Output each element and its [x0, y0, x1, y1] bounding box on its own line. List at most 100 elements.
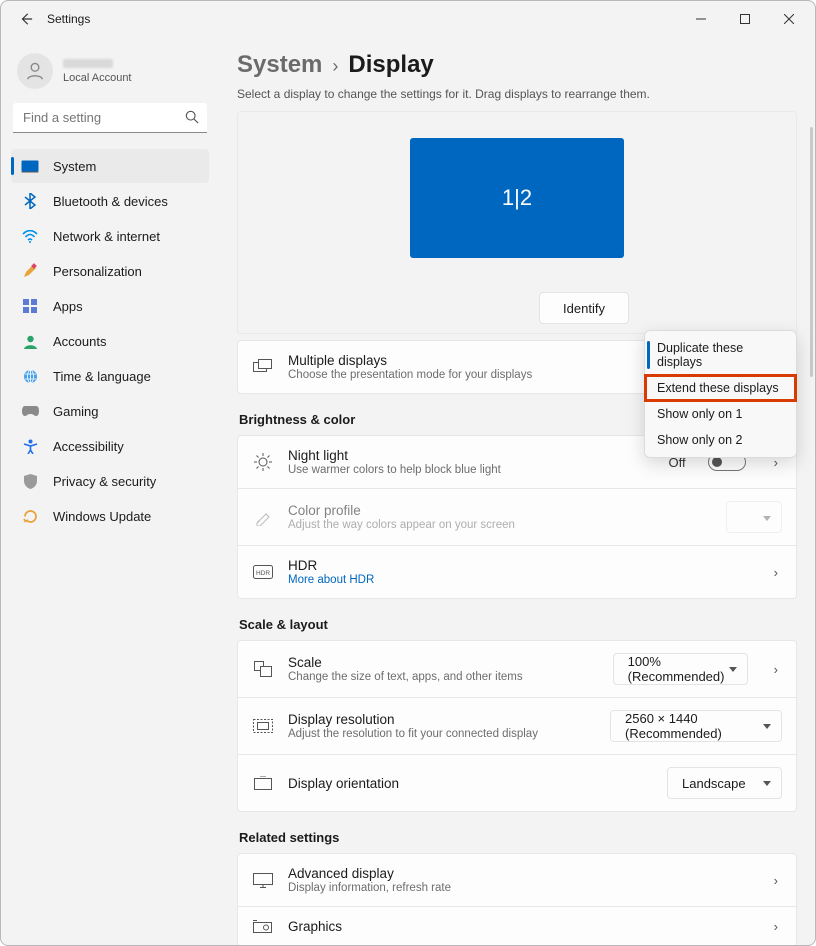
bluetooth-icon — [21, 192, 39, 210]
minimize-button[interactable] — [679, 4, 723, 34]
sidebar-item-update[interactable]: Windows Update — [11, 499, 209, 533]
sidebar-item-label: System — [53, 159, 96, 174]
sidebar-item-privacy[interactable]: Privacy & security — [11, 464, 209, 498]
profile-names: Local Account — [63, 59, 132, 84]
sidebar-item-label: Accessibility — [53, 439, 124, 454]
identify-label: Identify — [563, 301, 605, 316]
scale-select[interactable]: 100% (Recommended) — [613, 653, 748, 685]
combobox-value: 2560 × 1440 (Recommended) — [625, 711, 753, 741]
dropdown-option-only1[interactable]: Show only on 1 — [645, 401, 796, 427]
sidebar-item-apps[interactable]: Apps — [11, 289, 209, 323]
hdr-link[interactable]: More about HDR — [288, 574, 756, 586]
search-input[interactable] — [13, 103, 207, 133]
search-box[interactable] — [13, 103, 207, 133]
scale-row[interactable]: Scale Change the size of text, apps, and… — [237, 640, 797, 698]
dropdown-option-duplicate[interactable]: Duplicate these displays — [645, 335, 796, 375]
accounts-icon — [21, 332, 39, 350]
orientation-row[interactable]: Display orientation Landscape — [237, 755, 797, 812]
identify-button[interactable]: Identify — [539, 292, 629, 324]
resolution-select[interactable]: 2560 × 1440 (Recommended) — [610, 710, 782, 742]
orientation-select[interactable]: Landscape — [667, 767, 782, 799]
resolution-row[interactable]: Display resolution Adjust the resolution… — [237, 698, 797, 755]
monitor-icon — [252, 873, 274, 888]
apps-icon — [21, 297, 39, 315]
combobox-value: Landscape — [682, 776, 746, 791]
profile-name-redacted — [63, 59, 113, 68]
display-canvas[interactable]: 1|2 — [238, 112, 796, 283]
back-arrow-icon — [19, 12, 33, 26]
sidebar-item-label: Time & language — [53, 369, 151, 384]
row-title: Display resolution — [288, 712, 596, 727]
shield-icon — [21, 472, 39, 490]
row-subtitle: Change the size of text, apps, and other… — [288, 671, 599, 683]
hdr-row[interactable]: HDR HDR More about HDR › — [237, 546, 797, 599]
color-profile-row: Color profile Adjust the way colors appe… — [237, 489, 797, 546]
row-subtitle: Adjust the resolution to fit your connec… — [288, 728, 596, 740]
sidebar-item-system[interactable]: System — [11, 149, 209, 183]
color-profile-select — [726, 501, 782, 533]
row-title: Color profile — [288, 503, 712, 518]
sidebar-item-network[interactable]: Network & internet — [11, 219, 209, 253]
svg-text:HDR: HDR — [256, 570, 270, 577]
presentation-mode-dropdown[interactable]: Duplicate these displays Extend these di… — [644, 330, 797, 458]
page-subtitle: Select a display to change the settings … — [237, 87, 797, 101]
advanced-display-row[interactable]: Advanced display Display information, re… — [237, 853, 797, 907]
minimize-icon — [696, 14, 706, 24]
profile-account-type: Local Account — [63, 72, 132, 84]
sidebar-item-label: Personalization — [53, 264, 142, 279]
sidebar-item-accounts[interactable]: Accounts — [11, 324, 209, 358]
update-icon — [21, 507, 39, 525]
profile-block[interactable]: Local Account — [11, 47, 209, 103]
graphics-icon — [252, 920, 274, 934]
wifi-icon — [21, 227, 39, 245]
maximize-button[interactable] — [723, 4, 767, 34]
sidebar-item-label: Windows Update — [53, 509, 151, 524]
row-title: HDR — [288, 558, 756, 573]
option-label: Duplicate these displays — [657, 341, 743, 369]
back-button[interactable] — [11, 4, 41, 34]
sidebar: Local Account System Bluetooth & devices… — [1, 37, 215, 945]
sidebar-item-label: Bluetooth & devices — [53, 194, 168, 209]
close-icon — [784, 14, 794, 24]
window-title: Settings — [47, 12, 90, 26]
system-icon — [21, 157, 39, 175]
sidebar-item-personalization[interactable]: Personalization — [11, 254, 209, 288]
sidebar-item-gaming[interactable]: Gaming — [11, 394, 209, 428]
globe-icon — [21, 367, 39, 385]
sidebar-item-accessibility[interactable]: Accessibility — [11, 429, 209, 463]
sidebar-item-label: Apps — [53, 299, 83, 314]
settings-window: Settings Local Account System — [0, 0, 816, 946]
avatar — [17, 53, 53, 89]
graphics-row[interactable]: Graphics › — [237, 907, 797, 945]
orientation-icon — [252, 776, 274, 791]
search-icon — [185, 110, 199, 127]
multiple-displays-icon — [252, 359, 274, 375]
monitor-label: 1|2 — [502, 185, 532, 211]
row-title: Scale — [288, 655, 599, 670]
accessibility-icon — [21, 437, 39, 455]
row-title: Advanced display — [288, 866, 756, 881]
chevron-right-icon: › — [332, 56, 338, 77]
breadcrumb-parent[interactable]: System — [237, 51, 322, 79]
close-button[interactable] — [767, 4, 811, 34]
sidebar-item-bluetooth[interactable]: Bluetooth & devices — [11, 184, 209, 218]
scale-icon — [252, 661, 274, 677]
dropdown-option-extend[interactable]: Extend these displays — [645, 375, 796, 401]
row-title: Display orientation — [288, 776, 653, 791]
monitor-tile[interactable]: 1|2 — [410, 138, 624, 258]
sidebar-item-time[interactable]: Time & language — [11, 359, 209, 393]
dropdown-option-only2[interactable]: Show only on 2 — [645, 427, 796, 453]
page-title: Display — [348, 51, 433, 79]
option-label: Extend these displays — [657, 381, 779, 395]
row-subtitle: Display information, refresh rate — [288, 882, 756, 894]
night-light-icon — [252, 453, 274, 471]
display-arrange-panel: 1|2 Identify — [237, 111, 797, 334]
hdr-icon: HDR — [252, 565, 274, 579]
row-subtitle: Use warmer colors to help block blue lig… — [288, 464, 655, 476]
resolution-icon — [252, 719, 274, 734]
gaming-icon — [21, 402, 39, 420]
chevron-right-icon: › — [770, 565, 782, 580]
scrollbar[interactable] — [810, 127, 813, 377]
combobox-value: 100% (Recommended) — [628, 654, 725, 684]
sidebar-item-label: Accounts — [53, 334, 106, 349]
